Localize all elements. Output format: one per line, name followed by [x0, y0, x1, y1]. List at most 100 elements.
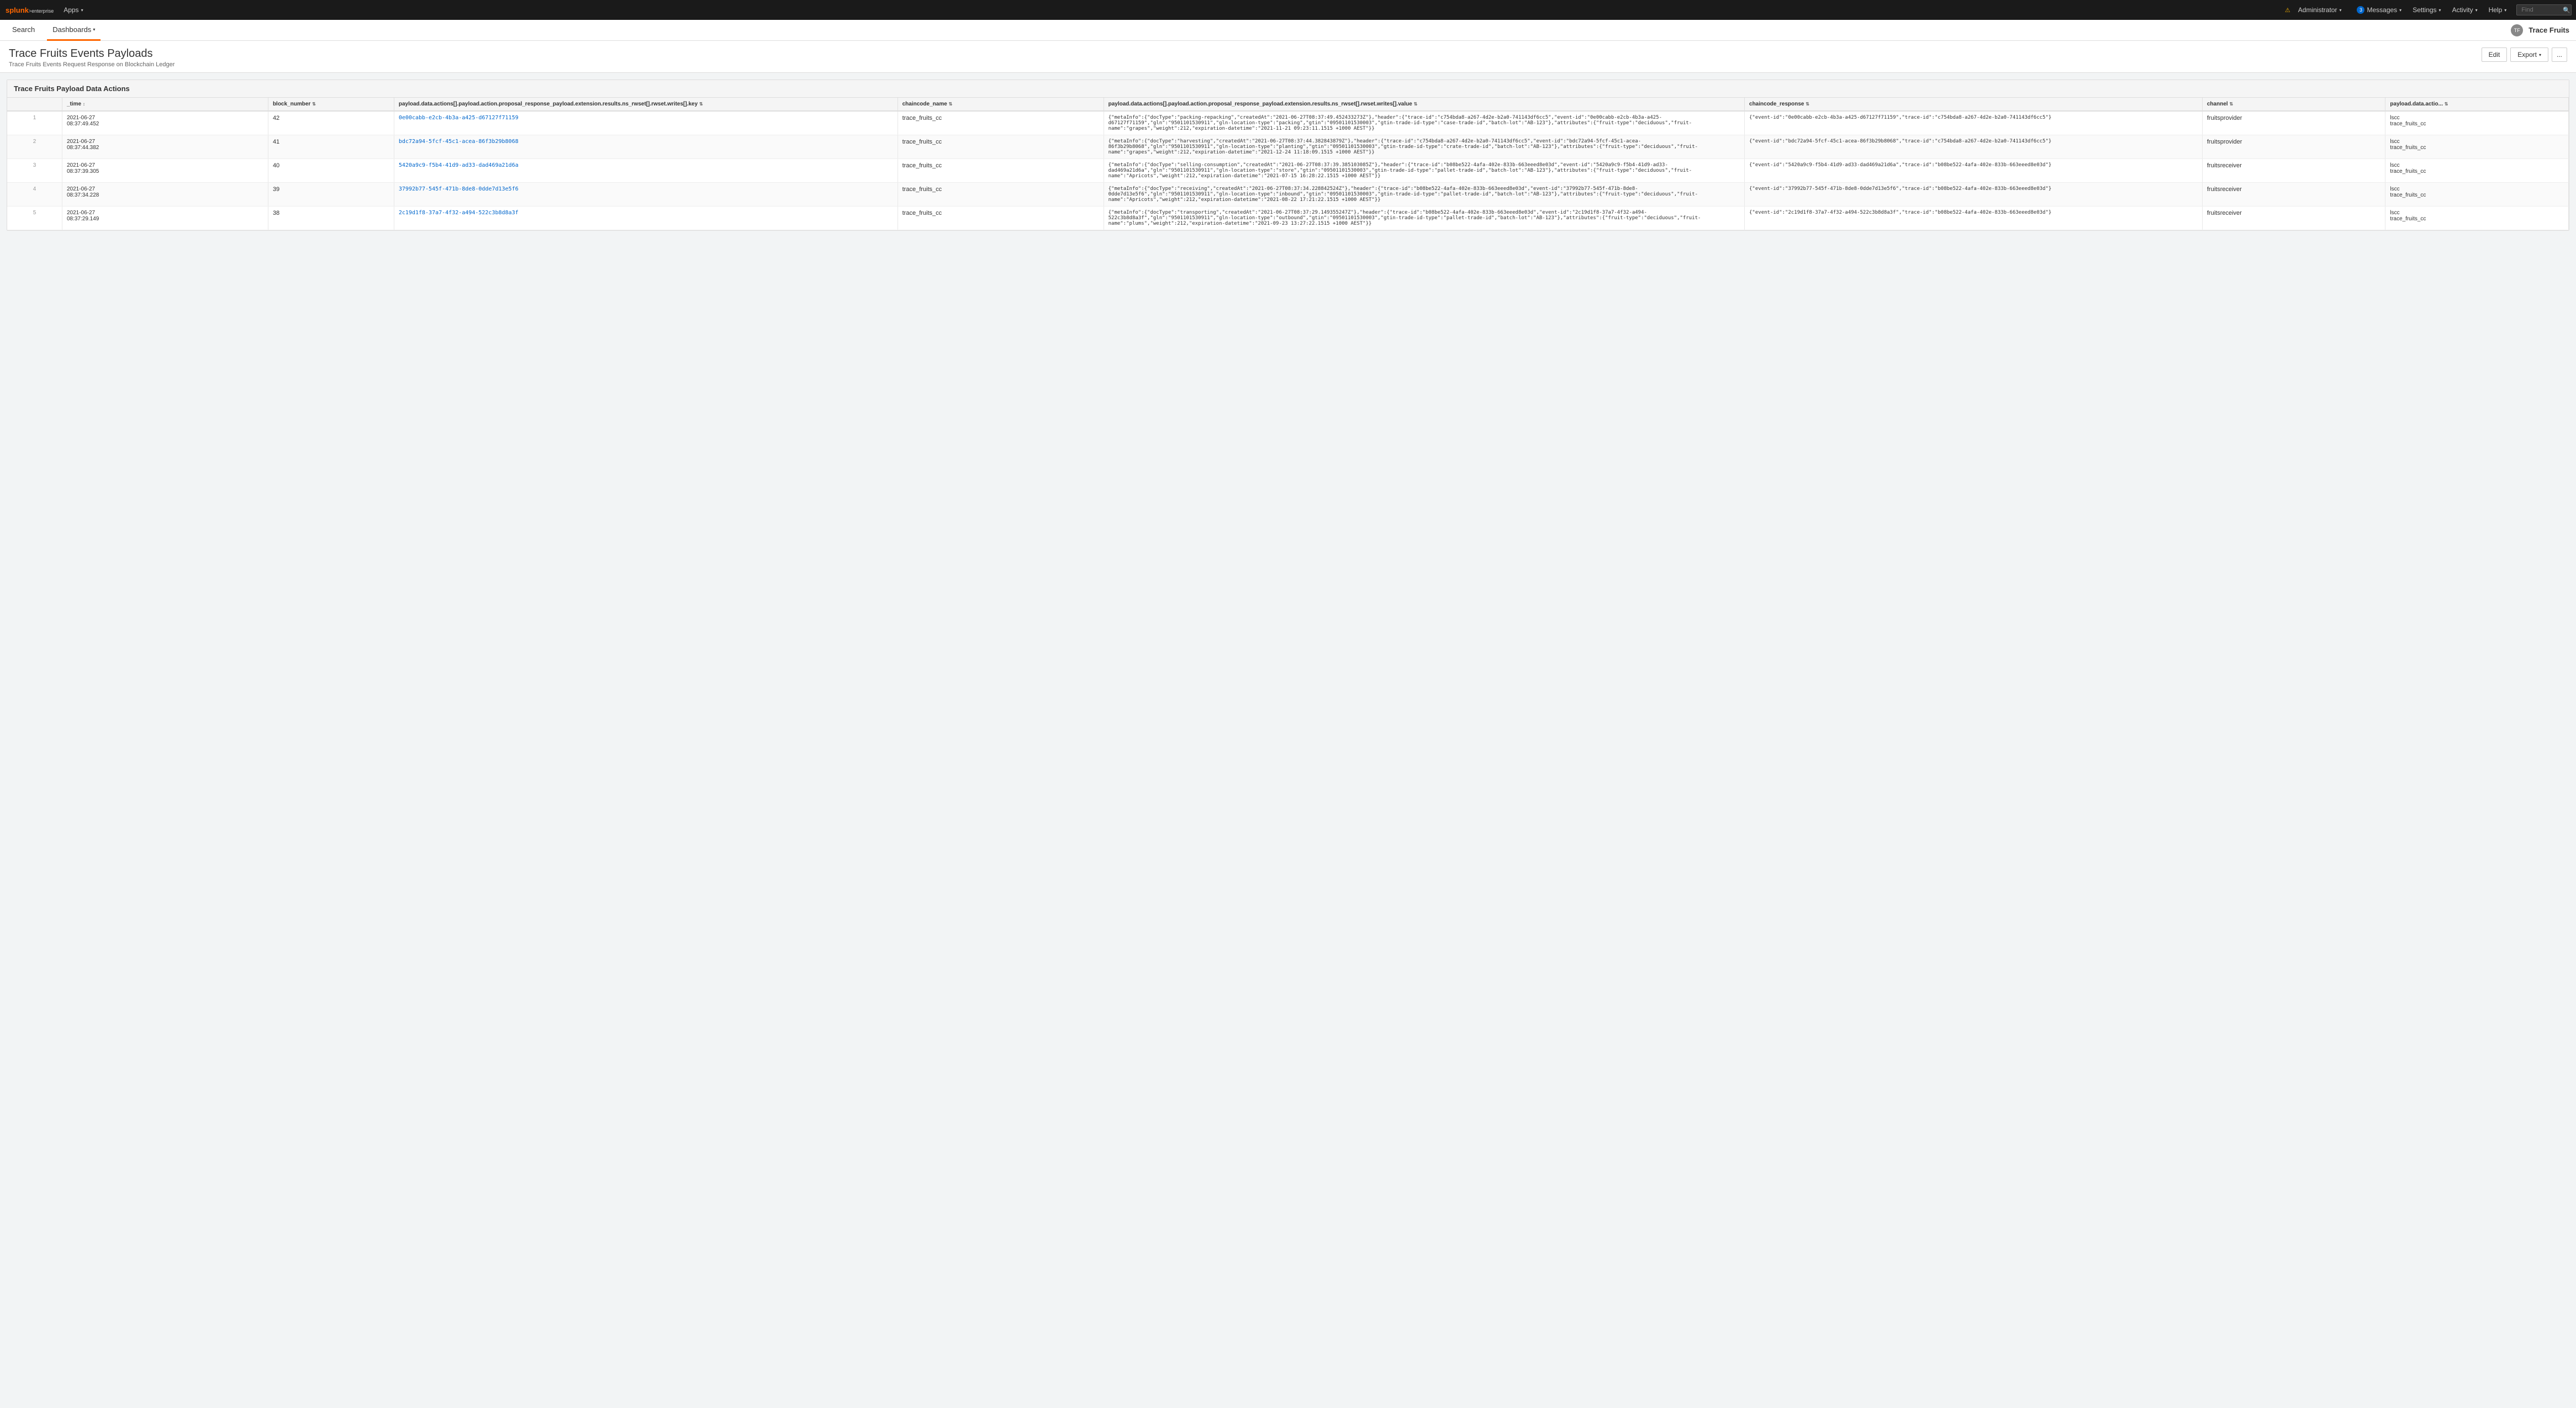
table-row: 32021-06-27 08:37:39.305405420a9c9-f5b4-… — [7, 159, 2569, 183]
row-number: 5 — [7, 207, 62, 230]
more-options-button[interactable]: ... — [2552, 47, 2567, 62]
sort-icon-chaincode-resp: ⇅ — [1806, 102, 1809, 107]
cell-chaincode-response: {"event-id":"37992b77-545f-471b-8de8-0dd… — [1745, 183, 2203, 207]
col-header-chaincode[interactable]: chaincode_name ⇅ — [898, 98, 1104, 111]
col-block-label: block_number — [273, 101, 310, 107]
cell-chaincode-name: trace_fruits_cc — [898, 135, 1104, 159]
search-icon: 🔍 — [2563, 7, 2570, 14]
table-body: 12021-06-27 08:37:49.452 4 2 0e00cabb-e2cb-… — [7, 111, 2569, 230]
cell-block-number: 41 — [268, 135, 394, 159]
messages-label: Messages — [2367, 6, 2397, 14]
cell-key: 37992b77-545f-471b-8de8-0dde7d13e5f6 — [394, 183, 898, 207]
messages-menu[interactable]: 3 Messages ▾ — [2351, 0, 2407, 20]
help-chevron-icon: ▾ — [2504, 8, 2506, 13]
cell-channel: fruitsprovider — [2202, 111, 2385, 135]
col-header-key[interactable]: payload.data.actions[].payload.action.pr… — [394, 98, 898, 111]
sort-icon-key: ⇅ — [699, 102, 703, 107]
settings-chevron-icon: ▾ — [2439, 8, 2441, 13]
help-label: Help — [2489, 6, 2503, 14]
cell-time: 2021-06-27 08:37:44.382 — [62, 135, 268, 159]
second-navigation: Search Dashboards ▾ TF Trace Fruits — [0, 20, 2576, 41]
help-menu[interactable]: Help ▾ — [2483, 0, 2512, 20]
cell-time: 2021-06-27 08:37:34.228 — [62, 183, 268, 207]
sort-icon-chaincode: ⇅ — [949, 102, 953, 107]
table-container: Trace Fruits Payload Data Actions _time … — [7, 80, 2569, 231]
col-header-value[interactable]: payload.data.actions[].payload.action.pr… — [1104, 98, 1744, 111]
page-title: Trace Fruits Events Payloads — [9, 47, 175, 60]
cell-chaincode-name: trace_fruits_cc — [898, 207, 1104, 230]
col-header-chaincode-response[interactable]: chaincode_response ⇅ — [1745, 98, 2203, 111]
export-label: Export — [2517, 51, 2537, 59]
row-number: 3 — [7, 159, 62, 183]
col-key-label: payload.data.actions[].payload.action.pr… — [399, 101, 698, 107]
page-subtitle: Trace Fruits Events Request Response on … — [9, 61, 175, 68]
sort-icon-payload-action: ⇅ — [2445, 102, 2448, 107]
header-actions: Edit Export ▾ ... — [2482, 47, 2567, 62]
cell-chaincode-name: trace_fruits_cc — [898, 111, 1104, 135]
settings-menu[interactable]: Settings ▾ — [2407, 0, 2446, 20]
settings-label: Settings — [2413, 6, 2436, 14]
cell-time: 2021-06-27 08:37:49.452 — [62, 111, 268, 135]
col-header-payload-action[interactable]: payload.data.actio... ⇅ — [2385, 98, 2569, 111]
warning-icon: ⚠ — [2285, 7, 2290, 14]
payload-data-table: _time ↕ block_number ⇅ payload.data.acti… — [7, 98, 2569, 230]
col-header-channel[interactable]: channel ⇅ — [2202, 98, 2385, 111]
apps-menu[interactable]: Apps ▾ — [58, 0, 88, 20]
col-payload-action-label: payload.data.actio... — [2390, 101, 2443, 107]
col-chaincode-label: chaincode_name — [902, 101, 947, 107]
cell-time: 2021-06-27 08:37:39.305 — [62, 159, 268, 183]
cell-chaincode-name: trace_fruits_cc — [898, 159, 1104, 183]
splunk-logo: splunk>enterprise — [6, 6, 54, 14]
cell-time: 2021-06-27 08:37:29.149 — [62, 207, 268, 230]
trace-fruits-avatar: TF — [2511, 24, 2523, 36]
col-value-label: payload.data.actions[].payload.action.pr… — [1108, 101, 1412, 107]
admin-chevron-icon: ▾ — [2339, 8, 2341, 13]
sort-icon-block: ⇅ — [312, 102, 316, 107]
col-header-time[interactable]: _time ↕ — [62, 98, 268, 111]
table-row: 52021-06-27 08:37:29.149382c19d1f8-37a7-… — [7, 207, 2569, 230]
cell-block-number: 40 — [268, 159, 394, 183]
row-number: 1 — [7, 111, 62, 135]
export-button[interactable]: Export ▾ — [2510, 47, 2548, 62]
cell-block-number: 38 — [268, 207, 394, 230]
cell-chaincode-response: {"event-id":"2c19d1f8-37a7-4f32-a494-522… — [1745, 207, 2203, 230]
page-header: Trace Fruits Events Payloads Trace Fruit… — [0, 41, 2576, 73]
cell-payload-action: lscc trace_fruits_cc — [2385, 207, 2569, 230]
cell-key: 2c19d1f8-37a7-4f32-a494-522c3b8d8a3f — [394, 207, 898, 230]
edit-button[interactable]: Edit — [2482, 47, 2508, 62]
export-chevron-icon: ▾ — [2539, 52, 2541, 57]
cell-channel: fruitsreceiver — [2202, 183, 2385, 207]
cell-channel: fruitsreceiver — [2202, 159, 2385, 183]
table-header-row: _time ↕ block_number ⇅ payload.data.acti… — [7, 98, 2569, 111]
cell-payload-action: lscc trace_fruits_cc — [2385, 183, 2569, 207]
cell-channel: fruitsprovider — [2202, 135, 2385, 159]
cell-value: {"metaInfo":{"docType":"transporting","c… — [1104, 207, 1744, 230]
row-number: 4 — [7, 183, 62, 207]
apps-chevron-icon: ▾ — [81, 8, 83, 13]
splunk-brand: splunk>enterprise — [6, 6, 54, 14]
trace-fruits-app-label: Trace Fruits — [2529, 26, 2569, 34]
administrator-menu[interactable]: Administrator ▾ — [2293, 0, 2347, 20]
col-header-block[interactable]: block_number ⇅ — [268, 98, 394, 111]
cell-key: 0e00cabb-e2cb-4b3a-a425-d67127f71159 — [394, 111, 898, 135]
administrator-label: Administrator — [2298, 6, 2337, 14]
sort-icon-value: ⇅ — [1414, 102, 1418, 107]
messages-count-badge: 3 — [2357, 6, 2364, 14]
sort-icon-time: ↕ — [83, 102, 85, 107]
cell-chaincode-name: trace_fruits_cc — [898, 183, 1104, 207]
cell-value: {"metaInfo":{"docType":"selling-consumpt… — [1104, 159, 1744, 183]
cell-chaincode-response: {"event-id":"0e00cabb-e2cb-4b3a-a425-d67… — [1745, 111, 2203, 135]
activity-label: Activity — [2452, 6, 2473, 14]
activity-menu[interactable]: Activity ▾ — [2447, 0, 2483, 20]
cell-value: {"metaInfo":{"docType":"receiving","crea… — [1104, 183, 1744, 207]
row-number: 2 — [7, 135, 62, 159]
cell-payload-action: lscc trace_fruits_cc — [2385, 111, 2569, 135]
table-row: 22021-06-27 08:37:44.38241bdc72a94-5fcf-… — [7, 135, 2569, 159]
cell-key: 5420a9c9-f5b4-41d9-ad33-dad469a21d6a — [394, 159, 898, 183]
search-nav-item[interactable]: Search — [7, 20, 40, 41]
second-nav-right: TF Trace Fruits — [2511, 24, 2569, 36]
col-header-rownum[interactable] — [7, 98, 62, 111]
apps-label: Apps — [64, 6, 78, 14]
cell-chaincode-response: {"event-id":"bdc72a94-5fcf-45c1-acea-86f… — [1745, 135, 2203, 159]
dashboards-nav-item[interactable]: Dashboards ▾ — [47, 20, 101, 41]
